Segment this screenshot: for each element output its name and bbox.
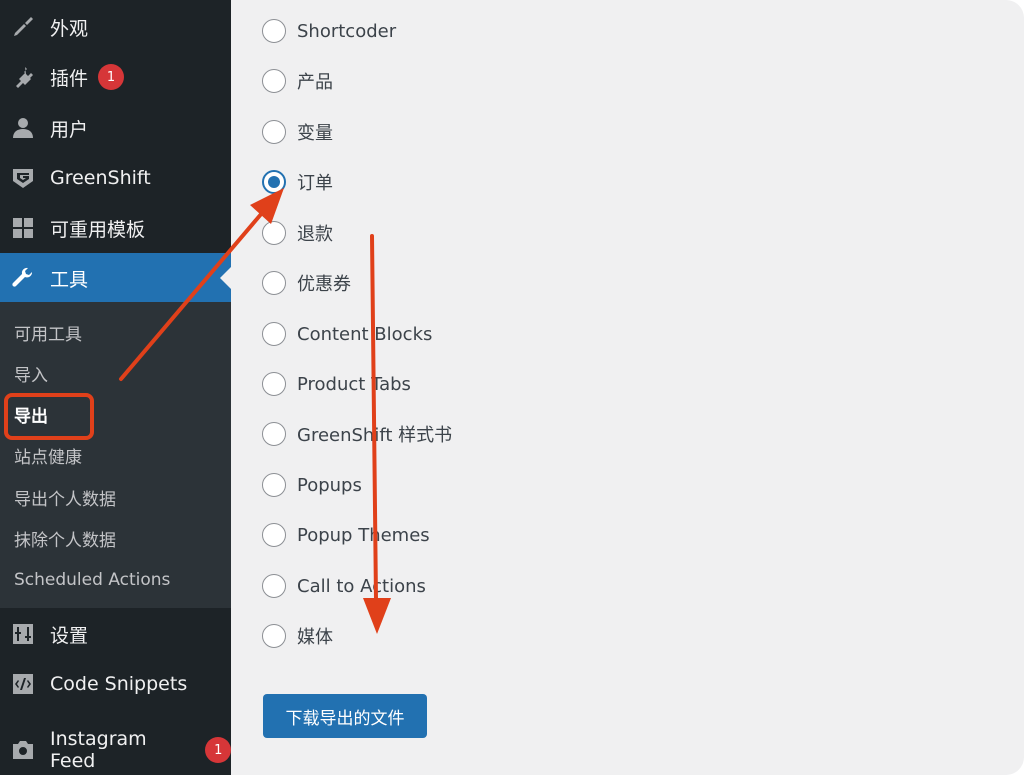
notification-badge: 1 [205,737,231,763]
menu-label: 外观 [50,17,89,40]
export-option-shortcoder[interactable]: Shortcoder [262,17,396,45]
admin-sidebar: 外观 插件 1 用户 GreenShift 可重用模板 工具 可用工具 导入 导… [0,0,231,775]
option-label: 订单 [297,173,333,194]
export-option-content-blocks[interactable]: Content Blocks [262,320,432,348]
option-label: 退款 [297,224,333,245]
active-indicator [220,267,231,289]
wrench-icon [11,266,35,290]
export-option-coupons[interactable]: 优惠券 [262,269,351,297]
menu-label: Code Snippets [50,673,188,695]
radio-button[interactable] [262,574,286,598]
menu-label: 工具 [50,268,89,291]
submenu-item-available-tools[interactable]: 可用工具 [14,317,82,347]
option-label: Popups [297,474,362,496]
submenu-item-export-personal-data[interactable]: 导出个人数据 [14,482,116,512]
radio-button[interactable] [262,19,286,43]
menu-label: 可重用模板 [50,218,146,241]
menu-label: 用户 [50,118,89,141]
export-option-popup-themes[interactable]: Popup Themes [262,521,430,549]
camera-icon [11,738,35,762]
radio-button[interactable] [262,120,286,144]
menu-item-code-snippets[interactable]: Code Snippets [0,659,231,709]
menu-item-settings[interactable]: 设置 [0,609,231,659]
user-icon [11,116,35,140]
menu-item-tools[interactable]: 工具 [0,253,231,303]
radio-button[interactable] [262,69,286,93]
paintbrush-icon [11,15,35,39]
export-option-products[interactable]: 产品 [262,67,333,95]
option-label: Popup Themes [297,524,430,546]
menu-item-plugins[interactable]: 插件 1 [0,52,231,102]
download-export-file-button[interactable]: 下载导出的文件 [263,694,427,738]
radio-button[interactable] [262,624,286,648]
export-option-refunds[interactable]: 退款 [262,219,333,247]
option-label: 产品 [297,72,333,93]
radio-button[interactable] [262,322,286,346]
option-label: Content Blocks [297,323,433,345]
radio-button[interactable] [262,221,286,245]
menu-label: 插件 [50,67,89,90]
code-icon [11,672,35,696]
export-option-media[interactable]: 媒体 [262,622,333,650]
export-option-product-tabs[interactable]: Product Tabs [262,370,411,398]
option-label: Product Tabs [297,373,411,395]
submenu-item-scheduled-actions[interactable]: Scheduled Actions [14,565,170,595]
export-option-call-to-actions[interactable]: Call to Actions [262,572,426,600]
update-count-badge: 1 [98,64,125,90]
menu-item-greenshift[interactable]: GreenShift [0,153,231,203]
option-label: 优惠券 [297,274,351,295]
export-option-orders[interactable]: 订单 [262,168,333,196]
menu-label: Instagram Feed [50,728,147,772]
option-label: Call to Actions [297,575,426,597]
export-option-popups[interactable]: Popups [262,471,362,499]
option-label: GreenShift 样式书 [297,425,453,446]
option-label: Shortcoder [297,20,397,42]
greenshift-logo-icon [11,166,35,190]
plugin-icon [11,65,35,89]
menu-item-instagram-feed[interactable]: Instagram Feed 1 [0,725,231,775]
menu-item-users[interactable]: 用户 [0,103,231,153]
radio-button-selected[interactable] [262,170,286,194]
export-option-greenshift-stylebook[interactable]: GreenShift 样式书 [262,420,452,448]
radio-button[interactable] [262,473,286,497]
radio-button[interactable] [262,372,286,396]
grid-icon [11,216,35,240]
radio-button[interactable] [262,271,286,295]
menu-item-reusable-blocks[interactable]: 可重用模板 [0,203,231,253]
option-label: 媒体 [297,627,333,648]
submenu-item-site-health[interactable]: 站点健康 [14,440,82,470]
menu-item-appearance[interactable]: 外观 [0,2,231,52]
menu-label: GreenShift [50,167,151,189]
app-frame: 外观 插件 1 用户 GreenShift 可重用模板 工具 可用工具 导入 导… [0,0,1024,775]
annotation-highlight-box [4,393,94,440]
option-label: 变量 [297,123,333,144]
menu-label: 设置 [50,624,89,647]
radio-button[interactable] [262,523,286,547]
submenu-item-erase-personal-data[interactable]: 抹除个人数据 [14,523,116,553]
tools-submenu: 可用工具 导入 导出 站点健康 导出个人数据 抹除个人数据 Scheduled … [0,302,231,608]
export-option-variations[interactable]: 变量 [262,118,333,146]
submenu-item-import[interactable]: 导入 [14,358,48,388]
settings-icon [11,622,35,646]
radio-button[interactable] [262,422,286,446]
